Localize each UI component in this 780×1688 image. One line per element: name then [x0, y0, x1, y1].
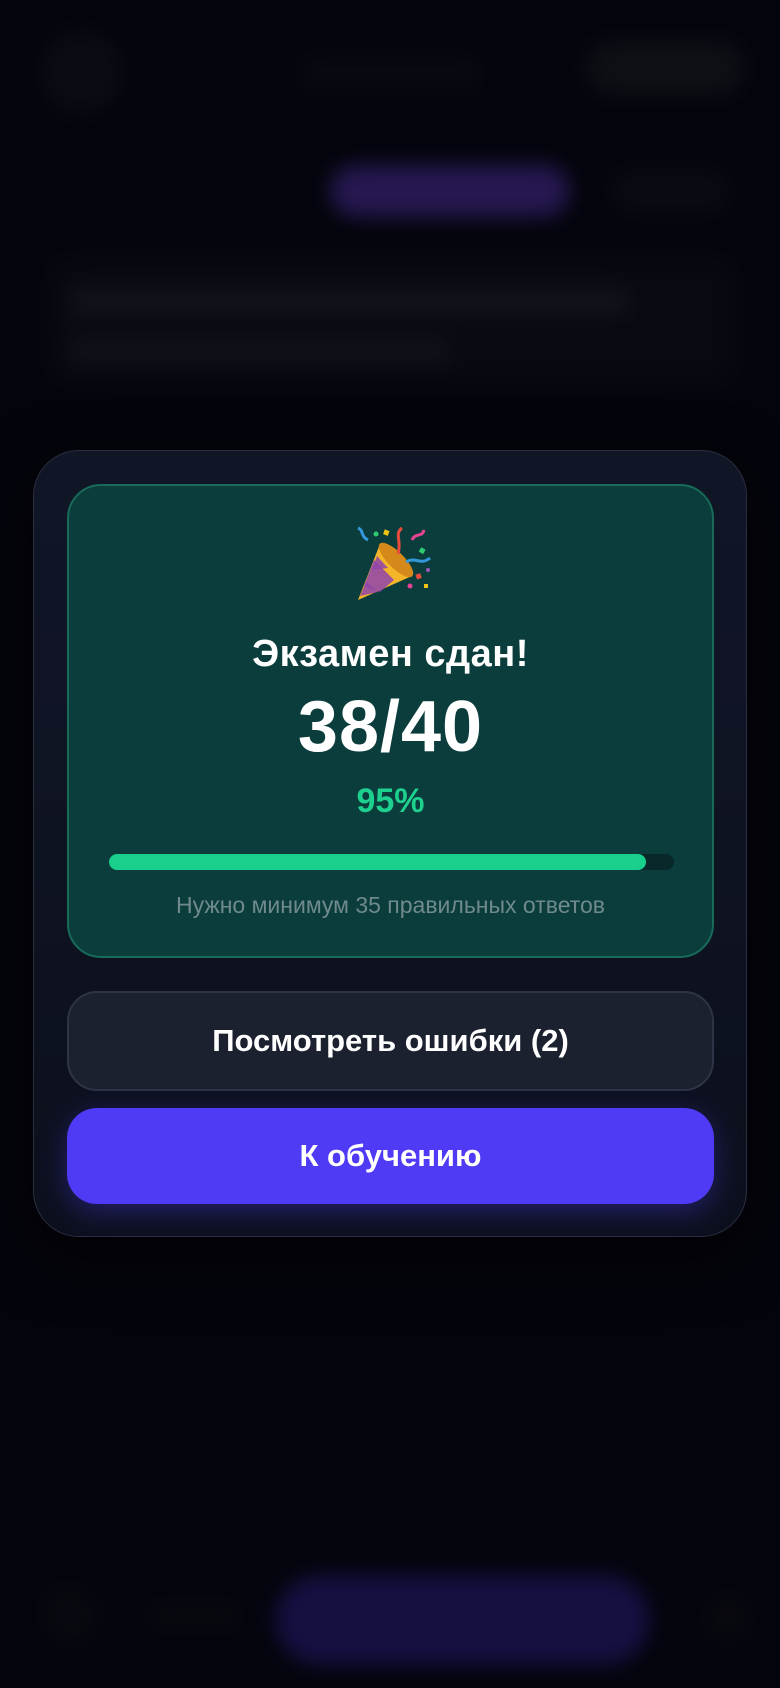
pass-threshold-hint: Нужно минимум 35 правильных ответов [175, 892, 606, 918]
score-percent: 95% [356, 782, 425, 820]
party-popper-icon [69, 526, 712, 606]
review-mistakes-button[interactable]: Посмотреть ошибки (2) [67, 991, 714, 1091]
score-progress-bar [109, 854, 674, 870]
back-to-learning-button[interactable]: К обучению [67, 1108, 714, 1204]
exam-result-modal: Экзамен сдан! 38/40 95% Нужно минимум 35… [33, 450, 747, 1237]
result-card: Экзамен сдан! 38/40 95% Нужно минимум 35… [67, 484, 714, 958]
score-progress-fill [109, 854, 646, 870]
score-value: 38/40 [297, 687, 484, 767]
result-title: Экзамен сдан! [252, 633, 529, 675]
